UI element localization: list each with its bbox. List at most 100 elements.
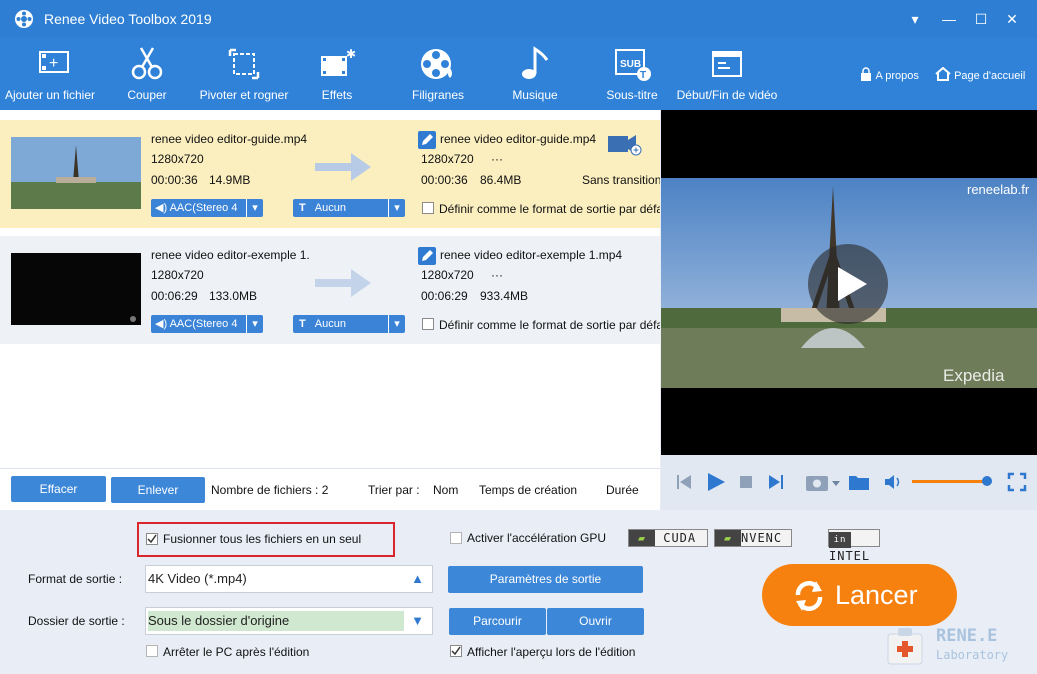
subtitle-track-select[interactable]: T Aucun ▾: [293, 315, 405, 333]
about-link[interactable]: A propos: [859, 67, 919, 82]
source-filename: renee video editor-exemple 1.mp4: [151, 248, 309, 262]
home-link[interactable]: Page d'accueil: [935, 66, 1025, 82]
subtitle-icon: SUBT: [615, 49, 651, 81]
play-overlay-button[interactable]: [807, 243, 889, 325]
menu-dropdown-icon[interactable]: ▾: [906, 10, 924, 28]
expedia-logo: Expedia: [943, 366, 1004, 386]
check-icon: [147, 534, 157, 544]
video-preview[interactable]: reneelab.fr Expedia: [661, 110, 1037, 468]
maximize-button[interactable]: ☐: [972, 10, 990, 28]
chevron-down-icon: ▼: [411, 613, 424, 628]
effects-button[interactable]: ✱ Effets: [312, 46, 362, 108]
refresh-icon: [795, 581, 823, 611]
brand-subtitle: Laboratory: [936, 648, 1009, 662]
chevron-down-icon: ▾: [246, 199, 263, 217]
source-resolution: 1280x720: [151, 152, 204, 166]
skip-forward-icon[interactable]: [767, 473, 785, 491]
svg-text:T: T: [640, 70, 646, 81]
default-format-label: Définir comme le format de sortie par dé…: [439, 318, 660, 332]
open-button[interactable]: Ouvrir: [547, 608, 644, 635]
transition-label: Sans transition: [582, 173, 660, 187]
preview-watermark: reneelab.fr: [967, 182, 1030, 197]
convert-arrow-icon: [315, 153, 371, 181]
source-duration: 00:06:29: [151, 289, 198, 303]
watermark-label: Filigranes: [411, 88, 465, 102]
brand-logo-icon: [887, 628, 923, 665]
merge-checkbox[interactable]: [146, 533, 158, 545]
file-row[interactable]: renee video editor-guide.mp4 1280x720 00…: [0, 120, 660, 228]
folder-select[interactable]: Sous le dossier d'origine ▼: [145, 607, 433, 635]
close-button[interactable]: ✕: [1003, 10, 1021, 28]
svg-text:+: +: [49, 55, 58, 72]
chevron-down-icon: ▾: [388, 315, 405, 333]
video-thumbnail: [11, 253, 141, 325]
nvenc-label: NVENC: [741, 531, 783, 545]
rotate-crop-button[interactable]: Pivoter et rogner: [194, 46, 294, 108]
output-more[interactable]: ···: [491, 152, 503, 166]
player-controls: [661, 455, 1037, 510]
volume-icon[interactable]: [884, 474, 904, 490]
add-file-label: Ajouter un fichier: [4, 88, 96, 102]
fullscreen-icon[interactable]: [1007, 472, 1027, 492]
sort-by-duration[interactable]: Durée: [606, 483, 639, 497]
watermark-button[interactable]: Filigranes: [405, 46, 471, 108]
file-row[interactable]: renee video editor-exemple 1.mp4 1280x72…: [0, 236, 660, 344]
text-icon: T: [299, 318, 306, 330]
subtitle-track-select[interactable]: T Aucun ▾: [293, 199, 405, 217]
output-size: 933.4MB: [480, 289, 529, 303]
sort-by-created[interactable]: Temps de création: [479, 483, 577, 497]
brand-logo: RENE.E Laboratory: [884, 622, 1024, 670]
browse-button[interactable]: Parcourir: [449, 608, 546, 635]
about-label: A propos: [875, 70, 919, 82]
source-size: 133.0MB: [209, 289, 258, 303]
remove-button[interactable]: Enlever: [111, 477, 205, 503]
intro-outro-button[interactable]: Début/Fin de vidéo: [676, 46, 778, 108]
add-file-button[interactable]: + Ajouter un fichier: [0, 46, 100, 108]
skip-back-icon[interactable]: [675, 473, 693, 491]
camera-add-icon[interactable]: [606, 130, 644, 156]
chevron-up-icon: ▲: [411, 571, 424, 586]
source-resolution: 1280x720: [151, 268, 204, 282]
minimize-button[interactable]: —: [940, 10, 958, 28]
music-label: Musique: [512, 88, 558, 102]
output-params-button[interactable]: Paramètres de sortie: [448, 566, 643, 593]
stop-button[interactable]: [739, 475, 753, 489]
play-button[interactable]: [705, 471, 727, 493]
default-format-checkbox[interactable]: [422, 318, 434, 330]
expedia-logo-text: Expedia: [943, 366, 1005, 385]
edit-icon[interactable]: [418, 131, 436, 149]
chevron-down-icon: ▾: [246, 315, 263, 333]
cuda-badge: ▰ CUDA: [628, 529, 708, 547]
shutdown-label: Arrêter le PC après l'édition: [163, 645, 310, 659]
edit-icon[interactable]: [418, 247, 436, 265]
scissors-icon: [131, 47, 163, 80]
music-button[interactable]: Musique: [505, 46, 565, 108]
volume-slider[interactable]: [912, 476, 993, 486]
volume-fill: [912, 480, 988, 483]
show-preview-checkbox[interactable]: [450, 645, 462, 657]
audio-track-select[interactable]: ◀) AAC(Stereo 4 ▾: [151, 199, 263, 217]
format-select[interactable]: 4K Video (*.mp4) ▲: [145, 565, 433, 593]
nvenc-badge: ▰ NVENC: [714, 529, 792, 547]
source-duration: 00:00:36: [151, 173, 198, 187]
default-format-checkbox[interactable]: [422, 202, 434, 214]
intel-icon: in: [829, 532, 851, 548]
folder-value: Sous le dossier d'origine: [148, 611, 404, 631]
snapshot-icon[interactable]: [804, 472, 842, 492]
output-more[interactable]: ···: [491, 268, 503, 282]
shutdown-checkbox[interactable]: [146, 645, 158, 657]
volume-knob[interactable]: [982, 476, 993, 486]
sort-by-name[interactable]: Nom: [433, 483, 458, 497]
merge-label: Fusionner tous les fichiers en un seul: [163, 532, 362, 546]
svg-text:SUB: SUB: [620, 59, 641, 70]
cut-button[interactable]: Couper: [117, 46, 177, 108]
folder-icon[interactable]: [848, 473, 870, 491]
crop-icon: [228, 48, 260, 80]
gpu-checkbox[interactable]: [450, 532, 462, 544]
audio-track-select[interactable]: ◀) AAC(Stereo 4 ▾: [151, 315, 263, 333]
clear-button[interactable]: Effacer: [11, 476, 106, 502]
subtitle-button[interactable]: SUB T Sous-titre: [600, 46, 664, 108]
intel-label: INTEL: [829, 549, 871, 563]
start-button[interactable]: Lancer: [762, 564, 957, 626]
subtitle-track-value: Aucun: [314, 318, 346, 330]
